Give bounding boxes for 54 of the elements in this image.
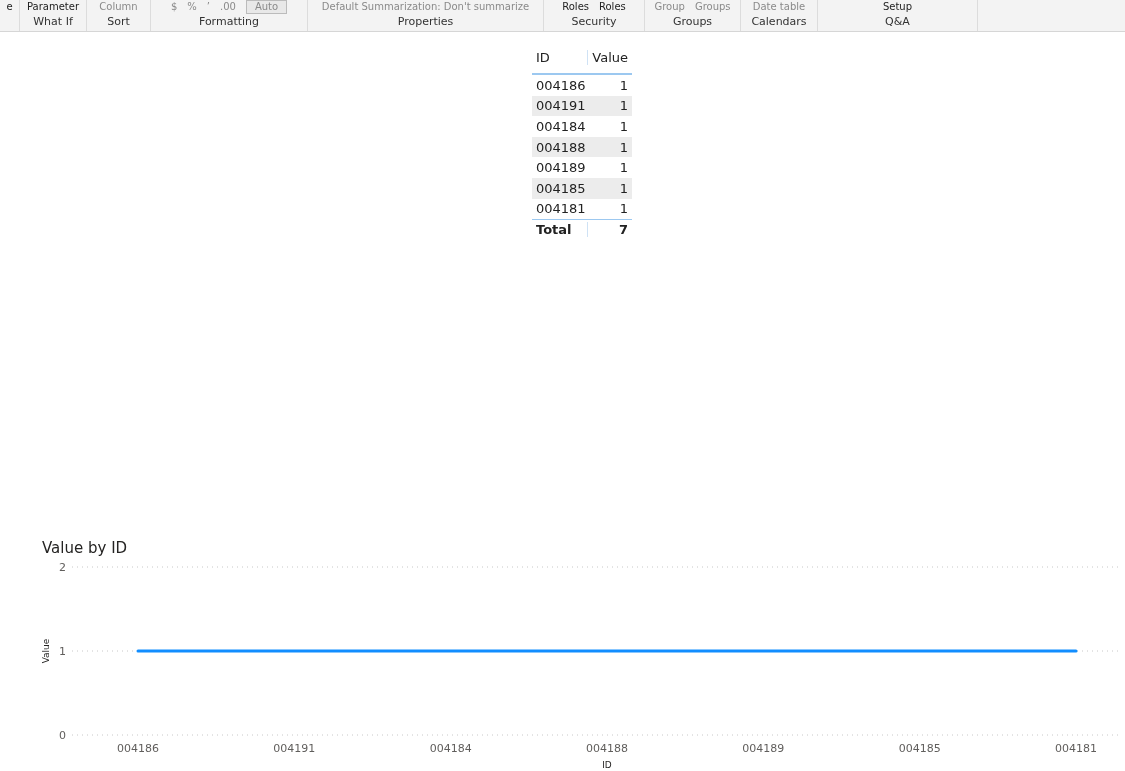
ribbon-button[interactable]: Roles bbox=[599, 1, 626, 13]
x-axis-title: ID bbox=[602, 760, 612, 770]
table-cell-text: 004186 bbox=[535, 77, 587, 93]
table-cell-text: 004189 bbox=[535, 160, 587, 176]
y-tick-label: 0 bbox=[59, 729, 66, 742]
table-cell-text: 004185 bbox=[535, 180, 587, 196]
ribbon-button[interactable]: Setup bbox=[882, 1, 913, 13]
group-label: Groups bbox=[672, 15, 713, 30]
y-tick-label: 2 bbox=[59, 561, 66, 574]
x-tick-label: 004184 bbox=[429, 742, 472, 755]
x-tick-label: 004185 bbox=[898, 742, 941, 755]
table-cell-text: 004191 bbox=[535, 98, 587, 114]
table-cell-text: 1 bbox=[618, 119, 629, 134]
table-cell-text: 1 bbox=[618, 77, 629, 93]
table-cell-text: 004184 bbox=[535, 119, 587, 134]
ribbon-button[interactable]: Default Summarization: Don't summarize bbox=[321, 1, 530, 13]
column-header[interactable]: ID bbox=[532, 50, 587, 65]
ribbon-button[interactable]: Date table bbox=[752, 1, 806, 13]
chart-title: Value by ID bbox=[42, 539, 129, 557]
ribbon-button[interactable]: Auto bbox=[245, 0, 288, 14]
group-label: Sort bbox=[107, 15, 130, 30]
ribbon-button[interactable]: Groups bbox=[694, 1, 731, 13]
total-cell-text: Total bbox=[535, 222, 573, 238]
y-axis-title: Value bbox=[41, 638, 51, 664]
ribbon-button[interactable]: ’ bbox=[206, 1, 210, 13]
group-label: What If bbox=[33, 15, 73, 30]
x-tick-label: 004181 bbox=[1055, 742, 1097, 755]
table-cell-text: 1 bbox=[618, 160, 629, 176]
group-label: Q&A bbox=[885, 15, 910, 30]
column-header[interactable]: Value bbox=[587, 50, 632, 65]
ribbon-button[interactable]: Group bbox=[654, 1, 685, 13]
table-cell-text: 1 bbox=[618, 98, 629, 114]
y-tick-label: 1 bbox=[59, 645, 66, 658]
x-tick-label: 004188 bbox=[586, 742, 628, 755]
table-cell-text: 1 bbox=[618, 180, 629, 196]
table-cell-text: 1 bbox=[618, 201, 629, 217]
ribbon-button[interactable]: Column bbox=[99, 1, 138, 13]
ribbon-button[interactable]: .00 bbox=[219, 1, 236, 13]
group-label: Security bbox=[571, 15, 617, 30]
group-label: Properties bbox=[397, 15, 454, 30]
ribbon-button[interactable]: $ bbox=[170, 1, 178, 13]
table-cell-text: 004188 bbox=[535, 139, 587, 155]
total-cell: 7 bbox=[587, 222, 632, 238]
table-cell-text: 004181 bbox=[535, 201, 587, 217]
x-tick-label: 004191 bbox=[273, 742, 316, 755]
group-label: Formatting bbox=[198, 15, 260, 30]
x-tick-label: 004189 bbox=[742, 742, 785, 755]
ribbon-button[interactable]: % bbox=[187, 1, 197, 13]
ribbon-button[interactable]: Roles bbox=[562, 1, 589, 13]
ribbon-button[interactable]: e bbox=[6, 1, 13, 13]
table-cell-text: 1 bbox=[618, 139, 629, 155]
x-tick-label: 004186 bbox=[117, 742, 159, 755]
group-label: Calendars bbox=[751, 15, 807, 30]
ribbon-button[interactable]: Parameter bbox=[27, 1, 79, 13]
